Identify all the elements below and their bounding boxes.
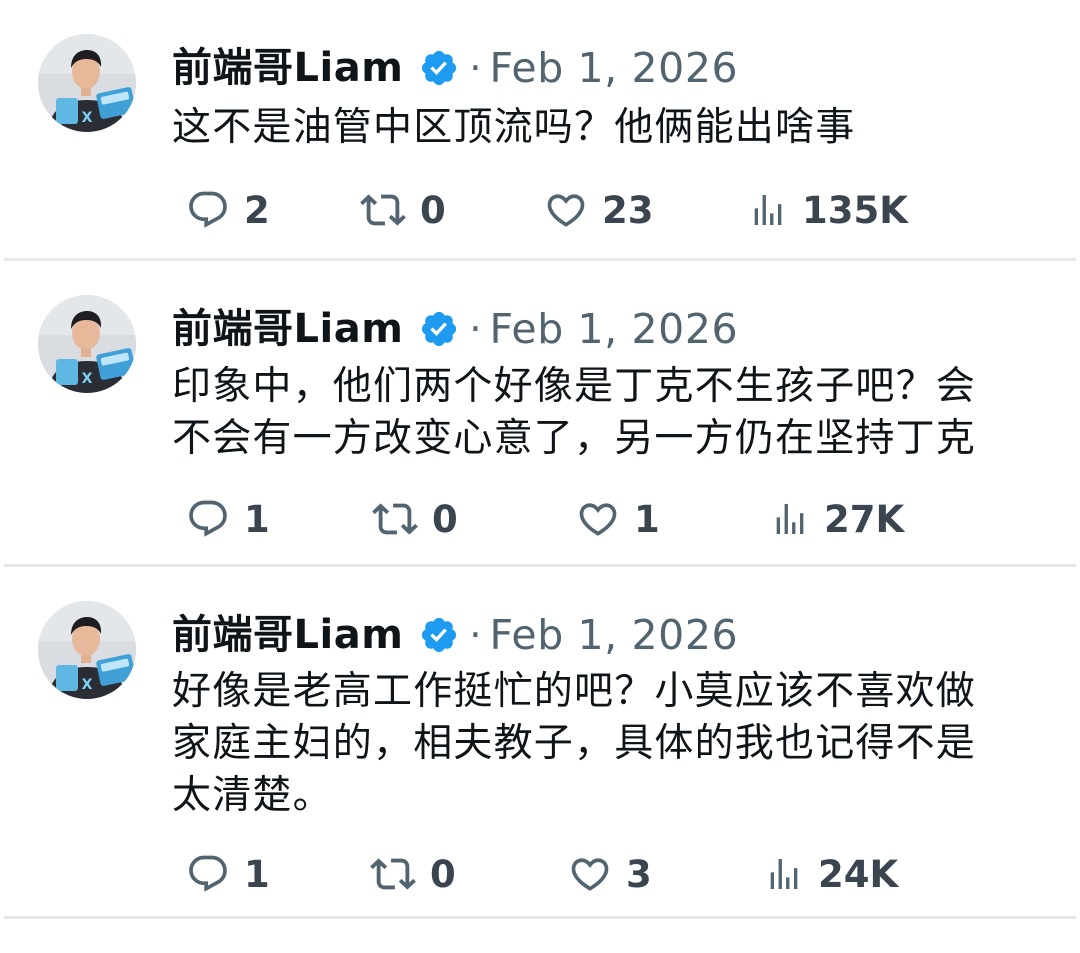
post-date[interactable]: Feb 1, 2026 [489, 44, 738, 92]
post-header: 前端哥Liam · Feb 1, 2026 [172, 299, 738, 359]
views-chart-icon [754, 195, 782, 225]
reply-count: 2 [244, 188, 270, 232]
views-button[interactable]: 135K [748, 186, 908, 234]
author-name[interactable]: 前端哥Liam [172, 305, 403, 353]
repost-count: 0 [430, 852, 456, 896]
repost-button[interactable]: 0 [372, 495, 458, 543]
verified-badge-icon [419, 48, 459, 88]
reply-feed: X 前端哥Liam · Feb 1, 2026 这不是油管中区顶流吗？他俩能出啥… [0, 0, 1080, 953]
repost-icon [360, 194, 406, 226]
like-count: 23 [602, 188, 654, 232]
repost-icon [370, 858, 416, 890]
repost-count: 0 [420, 188, 446, 232]
post-header: 前端哥Liam · Feb 1, 2026 [172, 38, 738, 98]
like-button[interactable]: 1 [576, 495, 660, 543]
post-date[interactable]: Feb 1, 2026 [489, 611, 738, 659]
reply-button[interactable]: 1 [186, 495, 270, 543]
avatar[interactable]: X [38, 601, 136, 699]
like-count: 3 [626, 852, 652, 896]
views-chart-icon [776, 504, 804, 534]
reply-count: 1 [244, 497, 270, 541]
repost-button[interactable]: 0 [370, 850, 456, 898]
repost-count: 0 [432, 497, 458, 541]
post-text: 印象中，他们两个好像是丁克不生孩子吧？会 不会有一方改变心意了，另一方仍在坚持丁… [172, 364, 977, 461]
reply-count: 1 [244, 852, 270, 896]
like-button[interactable]: 3 [568, 850, 652, 898]
author-name[interactable]: 前端哥Liam [172, 44, 403, 92]
views-button[interactable]: 27K [770, 495, 904, 543]
author-name[interactable]: 前端哥Liam [172, 611, 403, 659]
like-count: 1 [634, 497, 660, 541]
reply-icon [189, 855, 227, 892]
divider [4, 916, 1076, 919]
svg-text:X: X [82, 371, 93, 387]
post-header: 前端哥Liam · Feb 1, 2026 [172, 605, 738, 665]
avatar[interactable]: X [38, 295, 136, 393]
verified-badge-icon [419, 309, 459, 349]
reply-post[interactable]: X 前端哥Liam · Feb 1, 2026 这不是油管中区顶流吗？他俩能出啥… [0, 0, 1080, 258]
reply-icon [189, 191, 227, 228]
svg-text:X: X [82, 110, 93, 126]
reply-post[interactable]: X 前端哥Liam · Feb 1, 2026 好像是老高工作挺忙的吧？小莫应该… [0, 567, 1080, 916]
like-button[interactable]: 23 [544, 186, 654, 234]
heart-icon [547, 194, 585, 227]
view-count: 135K [802, 188, 908, 232]
views-chart-icon [770, 859, 798, 889]
reply-post[interactable]: X 前端哥Liam · Feb 1, 2026 印象中，他们两个好像是丁克不生孩… [0, 261, 1080, 564]
post-text: 好像是老高工作挺忙的吧？小莫应该不喜欢做 家庭主妇的，相夫教子，具体的我也记得不… [172, 669, 977, 818]
separator-dot: · [469, 307, 482, 351]
heart-icon [579, 503, 617, 536]
separator-dot: · [469, 613, 482, 657]
repost-icon [372, 503, 418, 535]
avatar[interactable]: X [38, 34, 136, 132]
view-count: 27K [824, 497, 905, 541]
heart-icon [571, 858, 609, 891]
reply-icon [189, 500, 227, 537]
reply-button[interactable]: 1 [186, 850, 270, 898]
post-text: 这不是油管中区顶流吗？他俩能出啥事 [172, 105, 856, 150]
svg-text:X: X [82, 677, 93, 693]
view-count: 24K [818, 852, 899, 896]
views-button[interactable]: 24K [764, 850, 898, 898]
separator-dot: · [469, 46, 482, 90]
repost-button[interactable]: 0 [360, 186, 446, 234]
verified-badge-icon [419, 615, 459, 655]
reply-button[interactable]: 2 [186, 186, 270, 234]
post-date[interactable]: Feb 1, 2026 [489, 305, 738, 353]
